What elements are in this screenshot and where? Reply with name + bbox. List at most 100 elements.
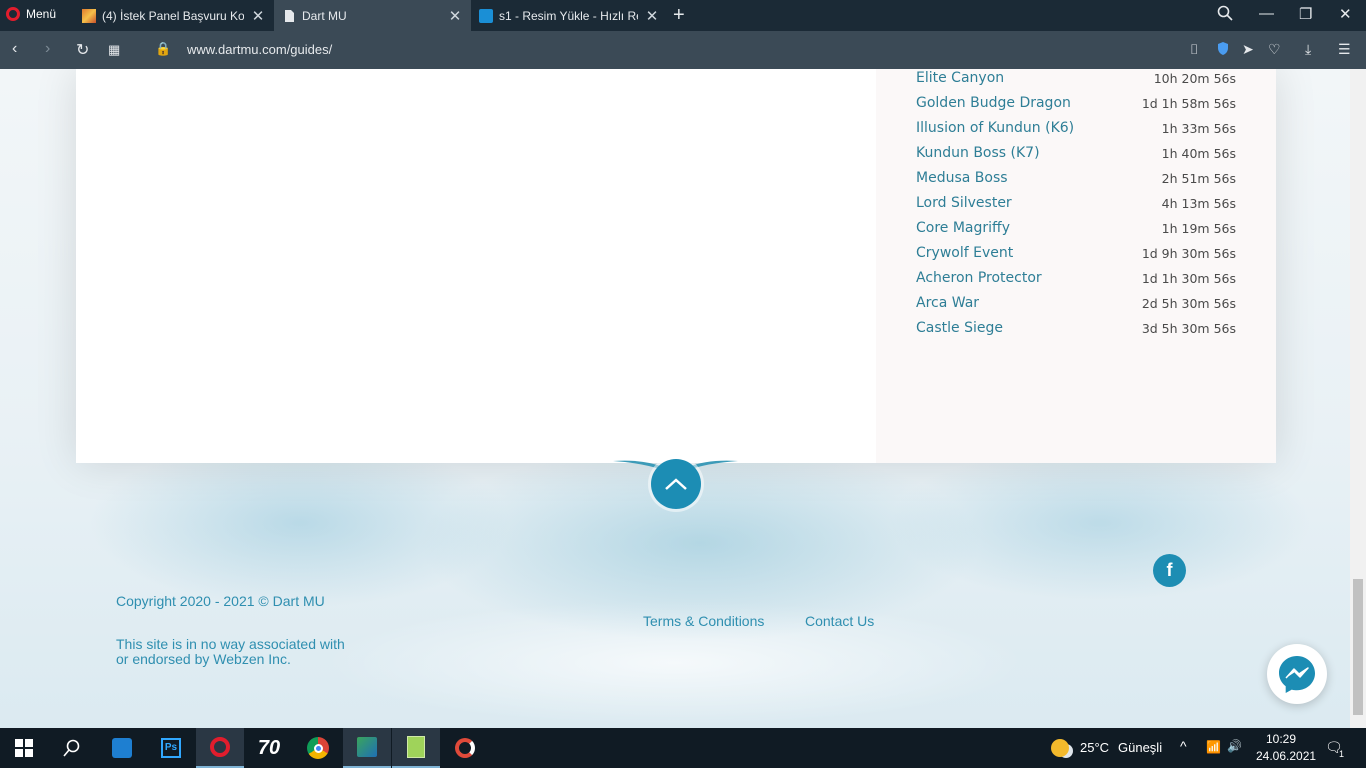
- minimize-icon[interactable]: —: [1259, 5, 1274, 22]
- scrollbar-thumb[interactable]: [1353, 579, 1363, 715]
- disclaimer-line: or endorsed by Webzen Inc.: [116, 651, 291, 667]
- weather-desc[interactable]: Güneşli: [1118, 740, 1162, 755]
- event-name[interactable]: Kundun Boss (K7): [916, 145, 1040, 161]
- event-row: Castle Siege 3d 5h 30m 56s: [916, 320, 1236, 345]
- event-row: Acheron Protector 1d 1h 30m 56s: [916, 270, 1236, 295]
- tab-istek-panel[interactable]: (4) İstek Panel Başvuru Konu ✕: [74, 0, 274, 31]
- event-name[interactable]: Acheron Protector: [916, 270, 1042, 286]
- ccleaner-app[interactable]: [441, 728, 489, 768]
- easy-setup-icon[interactable]: ☰: [1338, 41, 1351, 58]
- event-timer: 1d 9h 30m 56s: [1141, 246, 1236, 261]
- content-card: Elite Canyon 10h 20m 56s Golden Budge Dr…: [76, 69, 1276, 463]
- event-timer: 4h 13m 56s: [1161, 196, 1236, 211]
- forward-icon[interactable]: ›: [45, 40, 50, 58]
- event-name[interactable]: Crywolf Event: [916, 245, 1013, 261]
- chevron-up-icon: [665, 478, 687, 490]
- heart-icon[interactable]: ♡: [1268, 41, 1281, 58]
- browser-tab-bar: Menü (4) İstek Panel Başvuru Konu ✕ Dart…: [0, 0, 1366, 31]
- tab-dart-mu[interactable]: Dart MU ✕: [274, 0, 471, 31]
- messenger-chat-button[interactable]: [1267, 644, 1327, 704]
- event-row: Elite Canyon 10h 20m 56s: [916, 70, 1236, 95]
- clock-date[interactable]: 24.06.2021: [1256, 749, 1316, 763]
- address-bar: ‹ › ↻ ▦ 🔒 www.dartmu.com/guides/ ⌷ ➤ ♡ ⤓…: [0, 31, 1366, 69]
- close-window-icon[interactable]: ✕: [1339, 5, 1352, 23]
- back-icon[interactable]: ‹: [12, 40, 17, 58]
- event-timer: 2d 5h 30m 56s: [1141, 296, 1236, 311]
- messenger-icon: [1279, 656, 1315, 693]
- url-field[interactable]: www.dartmu.com/guides/: [187, 42, 332, 57]
- facebook-button[interactable]: f: [1153, 554, 1186, 587]
- chevron-up-icon[interactable]: ^: [1180, 738, 1187, 754]
- event-timer: 3d 5h 30m 56s: [1141, 321, 1236, 336]
- event-row: Illusion of Kundun (K6) 1h 33m 56s: [916, 120, 1236, 145]
- tab-title: Dart MU: [302, 8, 347, 23]
- download-icon[interactable]: ⤓: [1305, 41, 1311, 58]
- event-name[interactable]: Core Magriffy: [916, 220, 1010, 236]
- close-tab-icon[interactable]: ✕: [644, 7, 660, 25]
- close-tab-icon[interactable]: ✕: [250, 7, 266, 25]
- event-timer: 2h 51m 56s: [1161, 171, 1236, 186]
- event-name[interactable]: Lord Silvester: [916, 195, 1012, 211]
- disclaimer-line: This site is in no way associated with: [116, 636, 345, 652]
- chrome-app[interactable]: [294, 728, 342, 768]
- weather-icon: [1051, 739, 1069, 757]
- trello-icon: [112, 738, 132, 758]
- event-timer: 1d 1h 30m 56s: [1141, 271, 1236, 286]
- tab-title: (4) İstek Panel Başvuru Konu: [102, 8, 244, 23]
- windows-logo-icon: [15, 739, 33, 757]
- file-transfer-icon: [357, 737, 377, 757]
- event-name[interactable]: Golden Budge Dragon: [916, 95, 1071, 111]
- volume-icon[interactable]: 🔊: [1227, 739, 1242, 753]
- chrome-icon: [307, 737, 329, 759]
- weather-temp[interactable]: 25°C: [1080, 740, 1109, 755]
- terms-link[interactable]: Terms & Conditions: [643, 613, 764, 629]
- event-name[interactable]: Arca War: [916, 295, 979, 311]
- copyright-text: Copyright 2020 - 2021 © Dart MU: [116, 593, 325, 609]
- tab-resim-yukle[interactable]: s1 - Resim Yükle - Hızlı Resim ✕: [471, 0, 668, 31]
- contact-link[interactable]: Contact Us: [805, 613, 874, 629]
- opera-app[interactable]: [196, 728, 244, 768]
- opera-icon: [210, 737, 230, 757]
- photoshop-icon: Ps: [161, 738, 181, 758]
- start-button[interactable]: [0, 728, 48, 768]
- close-tab-icon[interactable]: ✕: [447, 7, 463, 25]
- event-timer: 1h 19m 56s: [1161, 221, 1236, 236]
- imgviewer-favicon-icon: [479, 8, 493, 23]
- speed-dial-icon[interactable]: ▦: [108, 42, 120, 58]
- new-tab-button[interactable]: +: [673, 4, 685, 27]
- event-row: Arca War 2d 5h 30m 56s: [916, 295, 1236, 320]
- forum-favicon-icon: [82, 8, 96, 23]
- page-favicon-icon: [282, 9, 296, 23]
- photoshop-app[interactable]: Ps: [147, 728, 195, 768]
- notepad-icon: [407, 736, 425, 758]
- event-timer-sidebar: Elite Canyon 10h 20m 56s Golden Budge Dr…: [876, 69, 1276, 463]
- page-scrollbar[interactable]: [1350, 69, 1366, 728]
- event-timer: 1h 40m 56s: [1161, 146, 1236, 161]
- reload-icon[interactable]: ↻: [76, 40, 89, 60]
- windows-taskbar: Ps 70 25°C Güneşli ^ 📶 🔊 10:29 24.06.202…: [0, 728, 1366, 768]
- search-button[interactable]: [48, 728, 96, 768]
- snapshot-icon[interactable]: ⌷: [1190, 41, 1198, 58]
- notepad-app[interactable]: [392, 728, 440, 768]
- event-name[interactable]: Illusion of Kundun (K6): [916, 120, 1074, 136]
- restore-icon[interactable]: ❐: [1299, 5, 1312, 23]
- app-70[interactable]: 70: [245, 728, 293, 768]
- event-timer: 1d 1h 58m 56s: [1141, 96, 1236, 111]
- opera-menu-button[interactable]: Menü: [6, 7, 56, 21]
- event-name[interactable]: Castle Siege: [916, 320, 1003, 336]
- network-icon[interactable]: 📶: [1206, 740, 1221, 754]
- event-name[interactable]: Medusa Boss: [916, 170, 1008, 186]
- menu-label: Menü: [26, 7, 57, 21]
- event-row: Crywolf Event 1d 9h 30m 56s: [916, 245, 1236, 270]
- file-transfer-app[interactable]: [343, 728, 391, 768]
- scroll-to-top-button[interactable]: [651, 459, 701, 509]
- event-name[interactable]: Elite Canyon: [916, 70, 1004, 86]
- event-row: Core Magriffy 1h 19m 56s: [916, 220, 1236, 245]
- app-70-icon: 70: [257, 736, 281, 759]
- search-tabs-icon[interactable]: [1217, 5, 1233, 25]
- event-timer: 10h 20m 56s: [1153, 71, 1236, 86]
- trello-app[interactable]: [98, 728, 146, 768]
- send-icon[interactable]: ➤: [1242, 41, 1254, 58]
- clock-time[interactable]: 10:29: [1266, 732, 1296, 746]
- vpn-shield-icon[interactable]: [1216, 41, 1230, 59]
